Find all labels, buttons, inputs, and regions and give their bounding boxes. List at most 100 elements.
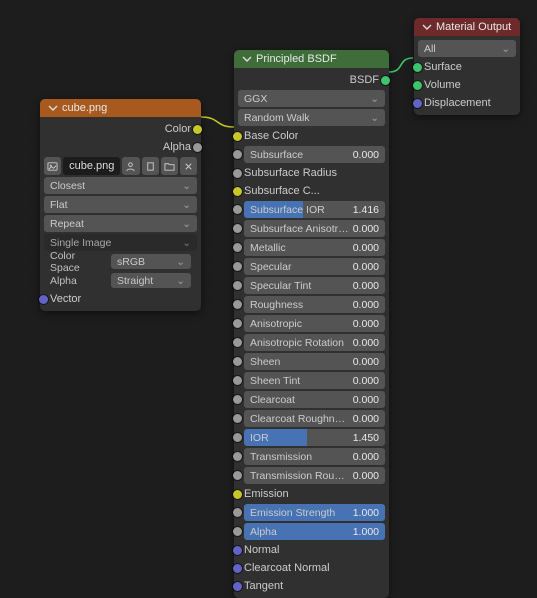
output-alpha[interactable]: Alpha bbox=[44, 139, 197, 155]
socket-in[interactable] bbox=[233, 433, 242, 442]
input-alpha[interactable]: Alpha1.000 bbox=[238, 523, 385, 540]
slider-ior[interactable]: IOR1.450 bbox=[244, 429, 385, 446]
color-space-select[interactable]: sRGB ⌄ bbox=[111, 254, 191, 269]
socket-in[interactable] bbox=[233, 564, 242, 573]
image-file-field[interactable]: cube.png bbox=[44, 157, 197, 175]
socket-in[interactable] bbox=[233, 319, 242, 328]
socket-displacement-in[interactable] bbox=[413, 99, 422, 108]
input-subsurface-radius[interactable]: Subsurface Radius bbox=[238, 165, 385, 181]
input-sheen[interactable]: Sheen0.000 bbox=[238, 353, 385, 370]
input-anisotropic-rotation[interactable]: Anisotropic Rotation0.000 bbox=[238, 334, 385, 351]
collapse-icon[interactable] bbox=[422, 22, 432, 32]
subsurface-method-select[interactable]: Random Walk ⌄ bbox=[238, 109, 385, 126]
alpha-mode-select[interactable]: Straight ⌄ bbox=[111, 273, 191, 288]
distribution-select[interactable]: GGX ⌄ bbox=[238, 90, 385, 107]
slider-subsurface-anisotropy[interactable]: Subsurface Anisotropy0.000 bbox=[244, 220, 385, 237]
input-roughness[interactable]: Roughness0.000 bbox=[238, 296, 385, 313]
input-subsurface-c-[interactable]: Subsurface C... bbox=[238, 183, 385, 199]
slider-roughness[interactable]: Roughness0.000 bbox=[244, 296, 385, 313]
input-normal[interactable]: Normal bbox=[238, 542, 385, 558]
socket-in[interactable] bbox=[233, 395, 242, 404]
socket-in[interactable] bbox=[233, 357, 242, 366]
socket-vector-in[interactable] bbox=[39, 295, 48, 304]
socket-in[interactable] bbox=[233, 527, 242, 536]
interpolation-select[interactable]: Closest ⌄ bbox=[44, 177, 197, 194]
slider-alpha[interactable]: Alpha1.000 bbox=[244, 523, 385, 540]
node-image-texture[interactable]: cube.png Color Alpha cube.png bbox=[40, 99, 201, 311]
input-base-color[interactable]: Base Color bbox=[238, 128, 385, 144]
input-specular[interactable]: Specular0.000 bbox=[238, 258, 385, 275]
socket-in[interactable] bbox=[233, 281, 242, 290]
input-vector[interactable]: Vector bbox=[44, 291, 197, 307]
socket-in[interactable] bbox=[233, 338, 242, 347]
input-specular-tint[interactable]: Specular Tint0.000 bbox=[238, 277, 385, 294]
socket-in[interactable] bbox=[233, 150, 242, 159]
fake-user-icon[interactable] bbox=[142, 157, 159, 175]
slider-subsurface-ior[interactable]: Subsurface IOR1.416 bbox=[244, 201, 385, 218]
slider-sheen-tint[interactable]: Sheen Tint0.000 bbox=[244, 372, 385, 389]
input-ior[interactable]: IOR1.450 bbox=[238, 429, 385, 446]
socket-in[interactable] bbox=[233, 508, 242, 517]
slider-anisotropic-rotation[interactable]: Anisotropic Rotation0.000 bbox=[244, 334, 385, 351]
socket-in[interactable] bbox=[233, 452, 242, 461]
socket-color-out[interactable] bbox=[193, 125, 202, 134]
input-tangent[interactable]: Tangent bbox=[238, 578, 385, 594]
socket-in[interactable] bbox=[233, 414, 242, 423]
socket-in[interactable] bbox=[233, 490, 242, 499]
users-icon[interactable] bbox=[122, 157, 139, 175]
socket-in[interactable] bbox=[233, 262, 242, 271]
input-anisotropic[interactable]: Anisotropic0.000 bbox=[238, 315, 385, 332]
socket-in[interactable] bbox=[233, 582, 242, 591]
slider-subsurface[interactable]: Subsurface0.000 bbox=[244, 146, 385, 163]
open-file-icon[interactable] bbox=[161, 157, 178, 175]
input-subsurface-ior[interactable]: Subsurface IOR1.416 bbox=[238, 201, 385, 218]
input-surface[interactable]: Surface bbox=[418, 59, 516, 75]
image-source[interactable]: Single Image ⌄ bbox=[44, 234, 197, 251]
slider-clearcoat[interactable]: Clearcoat0.000 bbox=[244, 391, 385, 408]
socket-alpha-out[interactable] bbox=[193, 143, 202, 152]
extension-select[interactable]: Repeat ⌄ bbox=[44, 215, 197, 232]
socket-in[interactable] bbox=[233, 300, 242, 309]
socket-in[interactable] bbox=[233, 169, 242, 178]
input-displacement[interactable]: Displacement bbox=[418, 95, 516, 111]
input-emission-strength[interactable]: Emission Strength1.000 bbox=[238, 504, 385, 521]
input-clearcoat[interactable]: Clearcoat0.000 bbox=[238, 391, 385, 408]
node-header-principled[interactable]: Principled BSDF bbox=[234, 50, 389, 68]
output-bsdf[interactable]: BSDF bbox=[238, 72, 385, 88]
collapse-icon[interactable] bbox=[48, 103, 58, 113]
slider-emission-strength[interactable]: Emission Strength1.000 bbox=[244, 504, 385, 521]
socket-in[interactable] bbox=[233, 376, 242, 385]
input-metallic[interactable]: Metallic0.000 bbox=[238, 239, 385, 256]
image-filename[interactable]: cube.png bbox=[63, 157, 120, 175]
node-header-image[interactable]: cube.png bbox=[40, 99, 201, 117]
socket-in[interactable] bbox=[233, 187, 242, 196]
target-select[interactable]: All ⌄ bbox=[418, 40, 516, 57]
socket-in[interactable] bbox=[233, 132, 242, 141]
input-transmission-roughness[interactable]: Transmission Roughness0.000 bbox=[238, 467, 385, 484]
alpha-mode-row[interactable]: Alpha Straight ⌄ bbox=[44, 272, 197, 289]
socket-in[interactable] bbox=[233, 224, 242, 233]
slider-clearcoat-roughness[interactable]: Clearcoat Roughness0.000 bbox=[244, 410, 385, 427]
slider-metallic[interactable]: Metallic0.000 bbox=[244, 239, 385, 256]
input-transmission[interactable]: Transmission0.000 bbox=[238, 448, 385, 465]
socket-in[interactable] bbox=[233, 205, 242, 214]
image-browse-icon[interactable] bbox=[44, 157, 61, 175]
output-color[interactable]: Color bbox=[44, 121, 197, 137]
socket-bsdf-out[interactable] bbox=[381, 76, 390, 85]
slider-anisotropic[interactable]: Anisotropic0.000 bbox=[244, 315, 385, 332]
input-clearcoat-roughness[interactable]: Clearcoat Roughness0.000 bbox=[238, 410, 385, 427]
slider-specular-tint[interactable]: Specular Tint0.000 bbox=[244, 277, 385, 294]
slider-transmission[interactable]: Transmission0.000 bbox=[244, 448, 385, 465]
slider-transmission-roughness[interactable]: Transmission Roughness0.000 bbox=[244, 467, 385, 484]
socket-in[interactable] bbox=[233, 243, 242, 252]
slider-specular[interactable]: Specular0.000 bbox=[244, 258, 385, 275]
unlink-icon[interactable] bbox=[180, 157, 197, 175]
input-volume[interactable]: Volume bbox=[418, 77, 516, 93]
input-subsurface-anisotropy[interactable]: Subsurface Anisotropy0.000 bbox=[238, 220, 385, 237]
input-sheen-tint[interactable]: Sheen Tint0.000 bbox=[238, 372, 385, 389]
input-clearcoat-normal[interactable]: Clearcoat Normal bbox=[238, 560, 385, 576]
socket-volume-in[interactable] bbox=[413, 81, 422, 90]
color-space-row[interactable]: Color Space sRGB ⌄ bbox=[44, 253, 197, 270]
slider-sheen[interactable]: Sheen0.000 bbox=[244, 353, 385, 370]
collapse-icon[interactable] bbox=[242, 54, 252, 64]
